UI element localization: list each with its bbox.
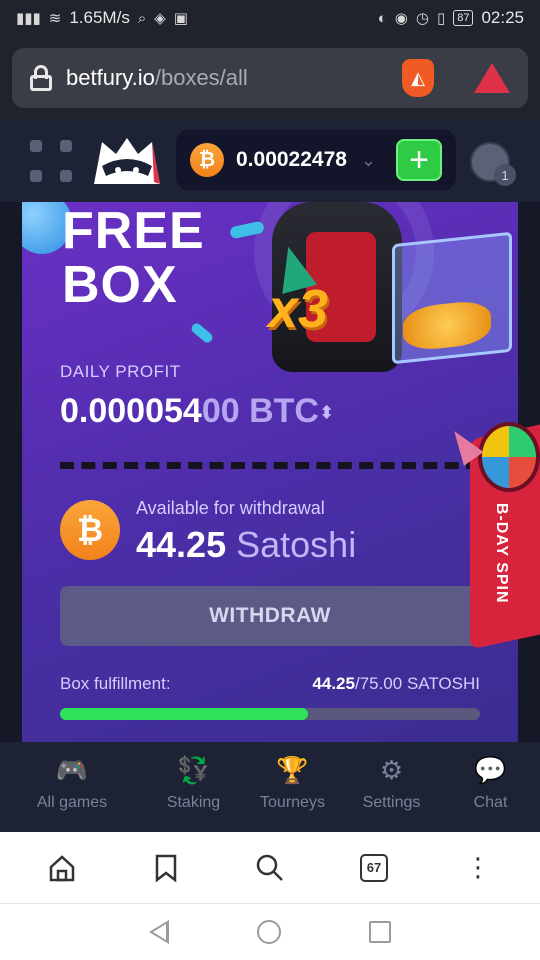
recent-apps-icon[interactable]	[369, 921, 391, 943]
notification-badge: 1	[494, 164, 516, 186]
nav-item-chat[interactable]: 💬 Chat	[441, 742, 540, 832]
home-icon[interactable]	[42, 848, 82, 888]
bitcoin-icon: ₿	[190, 143, 224, 177]
clock: 02:25	[481, 8, 524, 27]
brave-shield-icon[interactable]: ◭	[402, 59, 434, 97]
free-box-card: FREE BOX x3 DAILY PROFIT 0.00005400 BTC⬍ …	[22, 202, 518, 742]
eye-icon: ◉	[394, 10, 408, 27]
bookmark-icon[interactable]	[146, 848, 186, 888]
status-bar: ▮▮▮ ≋ 1.65M/s ⌕ ◈ ▣ ◐ ◉ ◷ ▯ 87 02:25	[0, 0, 540, 36]
treasure-box-image	[392, 231, 512, 365]
app-bottom-nav: 🎮 All games 💱 Staking 🏆 Tourneys ⚙ Setti…	[0, 742, 540, 832]
divider	[60, 462, 480, 469]
nav-item-all-games[interactable]: 🎮 All games	[0, 742, 144, 832]
gamepad-icon: 🎮	[55, 754, 89, 785]
home-circle-icon[interactable]	[257, 920, 281, 944]
search-notification-icon: ⌕	[137, 9, 147, 27]
system-nav-bar	[0, 904, 540, 960]
menu-grid-icon[interactable]	[30, 140, 72, 182]
multiplier-badge: x3	[268, 279, 329, 339]
chevron-down-icon[interactable]: ⌄	[361, 150, 376, 171]
nav-item-staking[interactable]: 💱 Staking	[144, 742, 243, 832]
fulfillment-value: 44.25/75.00 SATOSHI	[312, 674, 480, 693]
browser-top-bar: betfury.io/boxes/all ◭	[0, 36, 540, 120]
fulfillment-label: Box fulfillment:	[60, 674, 171, 693]
vibrate-icon: ▯	[436, 10, 446, 27]
sort-icon[interactable]: ⬍	[319, 403, 334, 423]
daily-profit-value: 0.00005400 BTC⬍	[60, 392, 335, 430]
staking-icon: 💱	[177, 754, 210, 785]
progress-fill	[60, 708, 308, 720]
balance-value: 0.00022478	[236, 148, 347, 171]
bitcoin-icon: ₿	[60, 500, 120, 560]
alipay-notification-icon: ▣	[173, 10, 188, 27]
search-icon[interactable]	[250, 848, 290, 888]
dnd-icon: ◐	[377, 9, 387, 27]
free-box-title: FREE BOX	[62, 202, 205, 314]
more-menu-icon[interactable]: ⋮	[458, 848, 498, 888]
daily-profit-label: DAILY PROFIT	[60, 362, 181, 381]
alarm-icon: ◷	[415, 10, 429, 27]
app-notification-icon: ◈	[154, 10, 166, 27]
nav-item-tourneys[interactable]: 🏆 Tourneys	[243, 742, 342, 832]
back-icon[interactable]	[149, 920, 169, 944]
address-bar[interactable]: betfury.io/boxes/all ◭	[12, 48, 528, 108]
gear-icon: ⚙	[379, 754, 404, 785]
fulfillment-progress-bar	[60, 708, 480, 720]
betfury-logo[interactable]	[88, 132, 166, 192]
tab-count: 67	[360, 853, 388, 882]
url-text[interactable]: betfury.io/boxes/all	[66, 65, 248, 91]
trophy-icon: 🏆	[276, 754, 309, 785]
confetti-decoration	[189, 321, 215, 345]
signal-icon: ▮▮▮	[16, 10, 41, 27]
lock-icon[interactable]	[30, 65, 52, 91]
withdraw-button[interactable]: WITHDRAW	[60, 586, 480, 646]
main-content: FREE BOX x3 DAILY PROFIT 0.00005400 BTC⬍ …	[0, 202, 540, 742]
brave-rewards-icon[interactable]	[474, 63, 510, 93]
deposit-button[interactable]: +	[396, 139, 442, 181]
battery-level: 87	[453, 10, 474, 26]
app-header: ₿ 0.00022478 ⌄ + 1	[0, 120, 540, 202]
network-speed: 1.65M/s	[69, 8, 130, 27]
tabs-button[interactable]: 67	[354, 848, 394, 888]
balance-selector[interactable]: ₿ 0.00022478 ⌄ +	[176, 130, 456, 190]
wifi-icon: ≋	[48, 10, 62, 27]
available-label: Available for withdrawal	[136, 498, 325, 518]
chat-icon: 💬	[474, 754, 507, 785]
browser-toolbar: 67 ⋮	[0, 832, 540, 904]
nav-item-settings[interactable]: ⚙ Settings	[342, 742, 441, 832]
available-value: 44.25 Satoshi	[136, 524, 357, 565]
spin-wheel-icon[interactable]	[478, 422, 540, 492]
